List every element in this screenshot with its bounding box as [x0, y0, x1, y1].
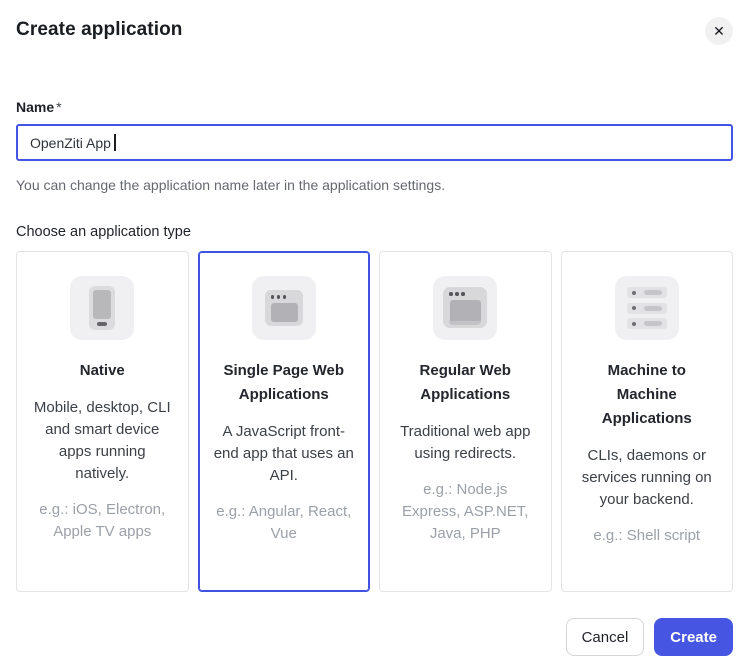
card-title: Native: [32, 359, 173, 383]
card-machine-to-machine[interactable]: Machine to Machine Applications CLIs, da…: [561, 251, 734, 592]
browser-window-icon: [252, 276, 316, 340]
phone-icon: [70, 276, 134, 340]
card-example: e.g.: Shell script: [577, 525, 718, 547]
cancel-button[interactable]: Cancel: [566, 618, 645, 656]
dialog-footer: Cancel Create: [16, 618, 733, 656]
create-application-dialog: Create application ✕ Name* You can chang…: [0, 0, 749, 670]
card-single-page-web[interactable]: Single Page Web Applications A JavaScrip…: [198, 251, 371, 592]
card-title: Machine to Machine Applications: [577, 359, 718, 431]
card-regular-web[interactable]: Regular Web Applications Traditional web…: [379, 251, 552, 592]
card-native[interactable]: Native Mobile, desktop, CLI and smart de…: [16, 251, 189, 592]
card-example: e.g.: Angular, React, Vue: [214, 501, 355, 545]
name-field-label: Name*: [16, 99, 733, 115]
web-app-window-icon: [433, 276, 497, 340]
card-title: Regular Web Applications: [395, 359, 536, 407]
card-example: e.g.: Node.js Express, ASP.NET, Java, PH…: [395, 479, 536, 545]
dialog-header: Create application ✕: [16, 0, 733, 45]
create-button[interactable]: Create: [654, 618, 733, 656]
text-caret: [114, 134, 116, 151]
card-example: e.g.: iOS, Electron, Apple TV apps: [32, 499, 173, 543]
required-asterisk: *: [56, 99, 61, 115]
name-label-text: Name: [16, 99, 54, 115]
name-input-wrapper: [16, 124, 733, 161]
card-description: CLIs, daemons or services running on you…: [577, 445, 718, 511]
dialog-title: Create application: [16, 16, 183, 44]
server-stack-icon: [615, 276, 679, 340]
name-helper-text: You can change the application name late…: [16, 176, 733, 194]
close-button[interactable]: ✕: [705, 17, 733, 45]
close-icon: ✕: [713, 17, 725, 45]
application-type-label: Choose an application type: [16, 224, 733, 240]
card-title: Single Page Web Applications: [214, 359, 355, 407]
card-description: Mobile, desktop, CLI and smart device ap…: [32, 397, 173, 485]
card-description: A JavaScript front-end app that uses an …: [214, 421, 355, 487]
application-name-input[interactable]: [16, 124, 733, 161]
application-type-cards: Native Mobile, desktop, CLI and smart de…: [16, 251, 733, 592]
card-description: Traditional web app using redirects.: [395, 421, 536, 465]
